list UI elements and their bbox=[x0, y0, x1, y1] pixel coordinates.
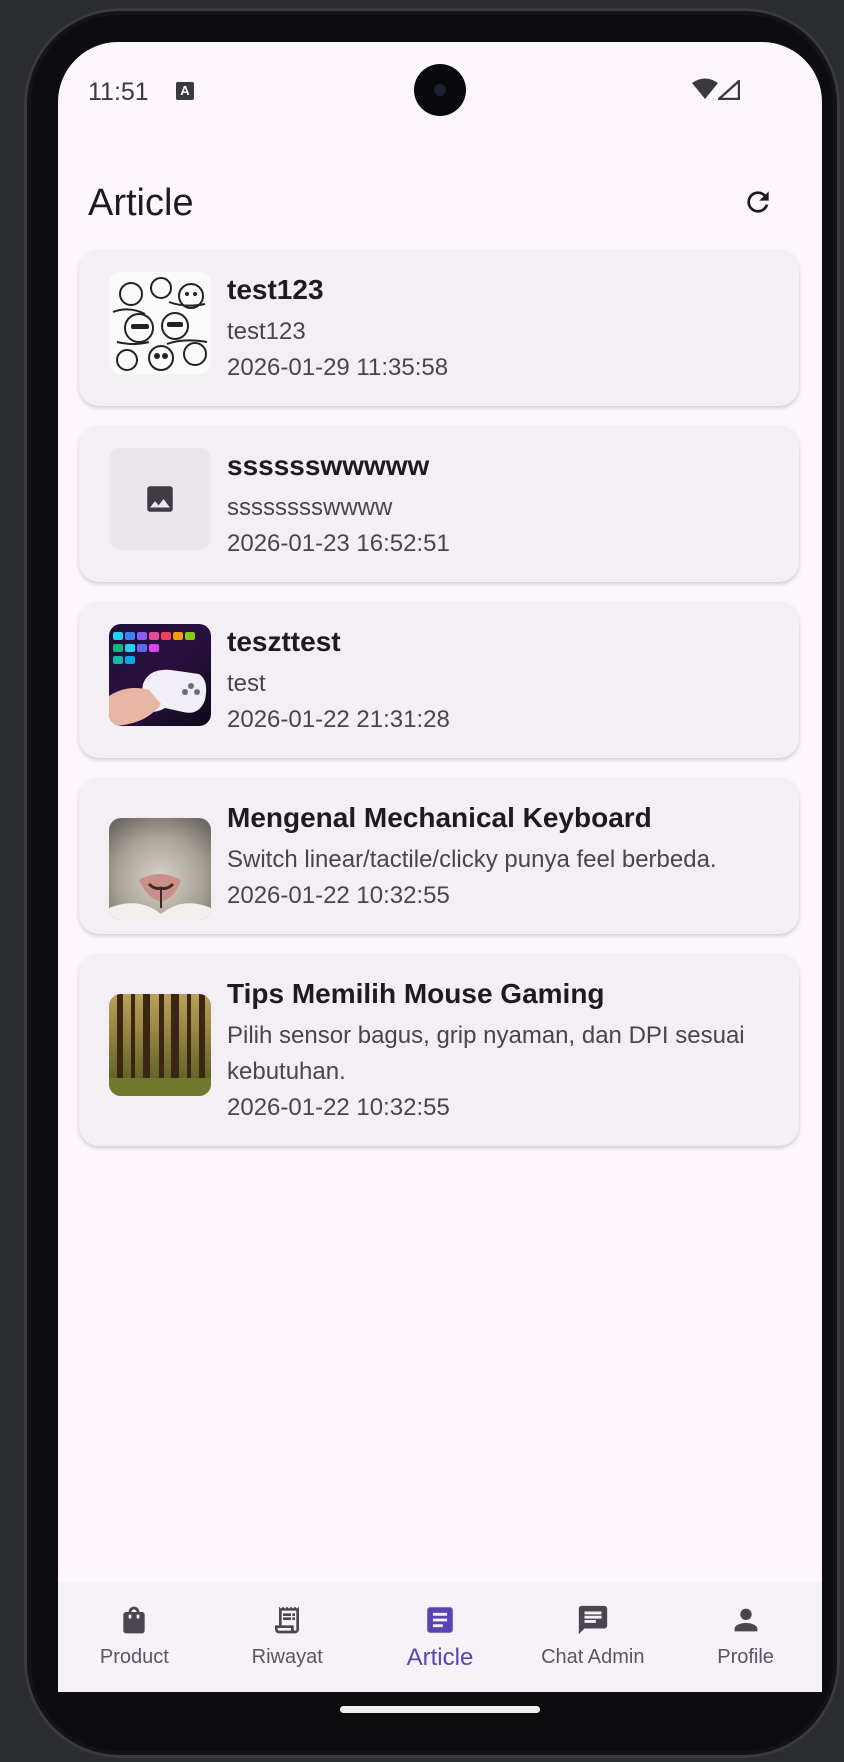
article-description: test123 bbox=[227, 318, 306, 345]
article-description: test bbox=[227, 670, 266, 697]
article-thumbnail bbox=[109, 272, 211, 374]
cartoon-doodle-image bbox=[109, 272, 211, 374]
article-title: sssssswwwww bbox=[227, 450, 430, 481]
article-list: test123 test123 2026-01-29 11:35:58 ssss… bbox=[79, 250, 801, 1166]
article-date: 2026-01-22 10:32:55 bbox=[227, 882, 450, 909]
device-frame-background: 11:51 A Article test123 test123 2026-01-… bbox=[0, 0, 844, 1762]
page-title: Article bbox=[88, 182, 194, 224]
nav-item-chat-admin[interactable]: Chat Admin bbox=[516, 1582, 669, 1692]
signal-icon bbox=[718, 80, 740, 100]
refresh-icon bbox=[747, 191, 769, 213]
nav-item-product[interactable]: Product bbox=[58, 1582, 211, 1692]
article-thumbnail bbox=[109, 994, 211, 1096]
nav-label: Profile bbox=[717, 1646, 774, 1668]
article-thumbnail bbox=[109, 624, 211, 726]
nav-label: Riwayat bbox=[251, 1646, 323, 1668]
article-card[interactable]: Tips Memilih Mouse Gaming Pilih sensor b… bbox=[79, 954, 799, 1146]
article-description: sssssssswwww bbox=[227, 494, 393, 521]
article-title: Mengenal Mechanical Keyboard bbox=[227, 802, 652, 833]
nav-item-article[interactable]: Article bbox=[364, 1582, 517, 1692]
status-time: 11:51 bbox=[88, 78, 149, 106]
article-icon bbox=[423, 1600, 457, 1640]
article-card[interactable]: sssssswwwww sssssssswwww 2026-01-23 16:5… bbox=[79, 426, 799, 582]
article-date: 2026-01-22 10:32:55 bbox=[227, 1094, 450, 1121]
nav-label: Product bbox=[99, 1646, 169, 1668]
image-placeholder-icon bbox=[147, 486, 173, 512]
status-bar: 11:51 A bbox=[58, 42, 822, 138]
article-date: 2026-01-23 16:52:51 bbox=[227, 530, 450, 557]
article-card[interactable]: test123 test123 2026-01-29 11:35:58 bbox=[79, 250, 799, 406]
article-card[interactable]: Mengenal Mechanical Keyboard Switch line… bbox=[79, 778, 799, 934]
nav-label: Chat Admin bbox=[541, 1646, 645, 1668]
front-camera bbox=[414, 64, 466, 116]
person-icon bbox=[729, 1600, 763, 1640]
article-card[interactable]: teszttest test 2026-01-22 21:31:28 bbox=[79, 602, 799, 758]
app-bar: Article bbox=[58, 162, 822, 242]
article-description: Switch linear/tactile/clicky punya feel … bbox=[227, 846, 717, 873]
cat-nose-image bbox=[109, 818, 211, 920]
forest-image bbox=[109, 994, 211, 1096]
home-indicator[interactable] bbox=[340, 1706, 540, 1713]
nav-item-profile[interactable]: Profile bbox=[669, 1582, 822, 1692]
article-date: 2026-01-29 11:35:58 bbox=[227, 354, 449, 381]
article-date: 2026-01-22 21:31:28 bbox=[227, 706, 450, 733]
article-thumbnail bbox=[109, 818, 211, 920]
article-title: teszttest bbox=[227, 626, 341, 657]
article-title: Tips Memilih Mouse Gaming bbox=[227, 978, 605, 1009]
bottom-navigation: Product Riwayat Article Chat Admin Profi… bbox=[58, 1582, 822, 1692]
gaming-keyboard-controller-image bbox=[109, 624, 211, 726]
receipt-icon bbox=[271, 1600, 303, 1640]
chat-icon bbox=[576, 1600, 610, 1640]
wifi-icon bbox=[692, 78, 718, 99]
app-screen: 11:51 A Article test123 test123 2026-01-… bbox=[58, 42, 822, 1692]
shopping-bag-icon bbox=[118, 1600, 150, 1640]
article-thumbnail bbox=[109, 448, 211, 550]
nav-item-riwayat[interactable]: Riwayat bbox=[211, 1582, 364, 1692]
nav-label: Article bbox=[406, 1644, 474, 1671]
notification-a-icon: A bbox=[176, 82, 194, 100]
article-title: test123 bbox=[227, 274, 324, 305]
refresh-button[interactable] bbox=[738, 182, 778, 222]
article-description: Pilih sensor bagus, grip nyaman, dan DPI… bbox=[227, 1022, 745, 1085]
